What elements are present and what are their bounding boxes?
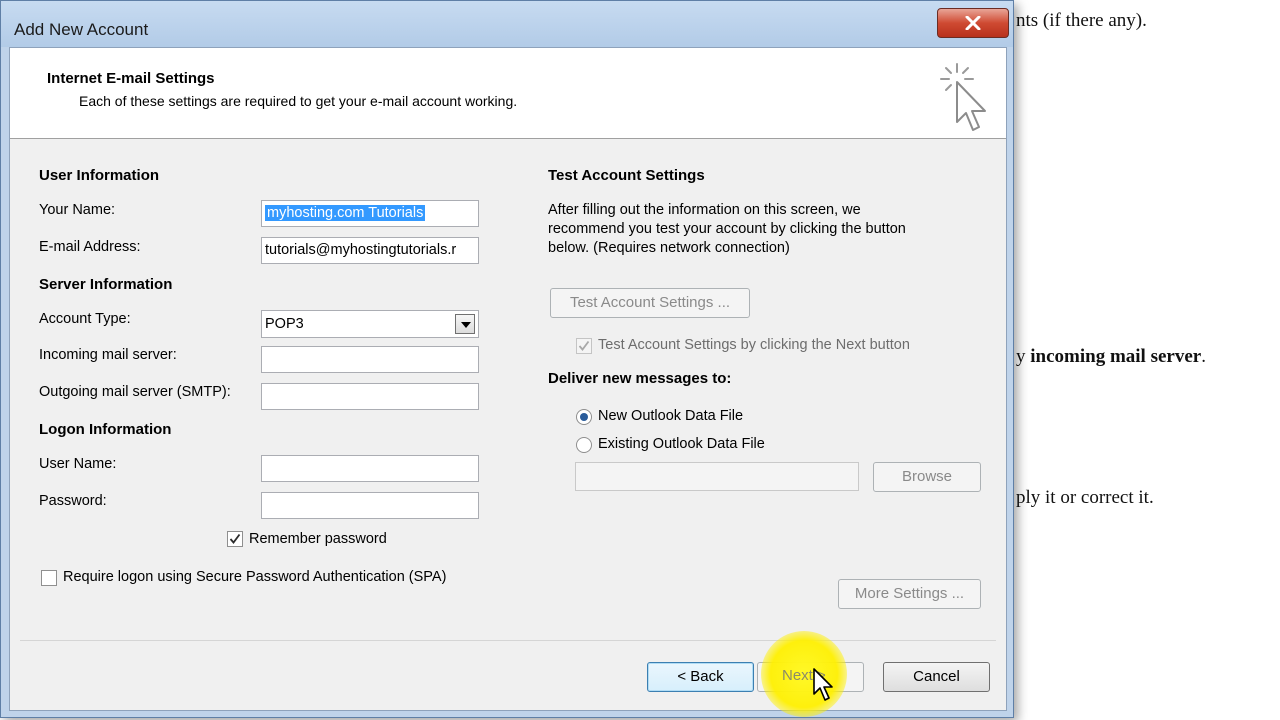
remember-password-label[interactable]: Remember password	[249, 531, 387, 547]
footer-separator	[20, 640, 996, 641]
checkmark-icon	[229, 533, 241, 544]
user-name-input[interactable]	[261, 455, 479, 482]
test-on-next-label[interactable]: Test Account Settings by clicking the Ne…	[598, 337, 910, 353]
test-settings-heading: Test Account Settings	[548, 167, 705, 184]
password-input[interactable]	[261, 492, 479, 519]
chevron-down-icon[interactable]	[455, 314, 475, 334]
title-bar[interactable]: Add New Account	[1, 1, 1013, 47]
outgoing-server-label: Outgoing mail server (SMTP):	[39, 384, 231, 400]
dialog-client-area: Internet E-mail Settings Each of these s…	[9, 47, 1007, 711]
your-name-input[interactable]: myhosting.com Tutorials	[261, 200, 479, 227]
deliver-heading: Deliver new messages to:	[548, 370, 732, 387]
background-line-3: ply it or correct it.	[1016, 487, 1154, 508]
test-on-next-checkbox[interactable]	[576, 338, 592, 354]
password-label: Password:	[39, 493, 107, 509]
back-button[interactable]: < Back	[647, 662, 754, 692]
background-line-1: nts (if there any).	[1016, 10, 1147, 31]
account-type-select[interactable]: POP3	[261, 310, 479, 338]
page-subtitle: Each of these settings are required to g…	[79, 93, 518, 109]
window-title: Add New Account	[14, 20, 149, 39]
user-name-label: User Name:	[39, 456, 117, 472]
spa-label[interactable]: Require logon using Secure Password Auth…	[63, 569, 446, 585]
existing-data-file-label[interactable]: Existing Outlook Data File	[598, 436, 765, 452]
background-line-2: y incoming mail server.	[1016, 346, 1206, 367]
wizard-header: Internet E-mail Settings Each of these s…	[10, 48, 1006, 139]
new-data-file-label[interactable]: New Outlook Data File	[598, 408, 743, 424]
test-account-settings-button[interactable]: Test Account Settings ...	[550, 288, 750, 318]
page-title: Internet E-mail Settings	[47, 70, 215, 87]
your-name-value: myhosting.com Tutorials	[265, 205, 426, 221]
new-data-file-radio[interactable]	[576, 409, 592, 425]
logon-info-heading: Logon Information	[39, 421, 172, 438]
cursor-sparkle-icon	[940, 63, 986, 131]
incoming-server-input[interactable]	[261, 346, 479, 373]
existing-data-file-radio[interactable]	[576, 437, 592, 453]
account-type-value: POP3	[265, 316, 304, 332]
mouse-pointer-icon	[813, 668, 833, 701]
incoming-server-label: Incoming mail server:	[39, 347, 177, 363]
checkmark-icon	[578, 340, 590, 351]
add-account-dialog: Add New Account Internet E-mail Settings…	[0, 0, 1014, 718]
spa-checkbox[interactable]	[41, 570, 57, 586]
test-description-line-2: recommend you test your account by click…	[548, 221, 906, 237]
existing-data-file-path[interactable]	[575, 462, 859, 491]
radio-selected-icon	[580, 413, 588, 421]
close-button[interactable]	[937, 8, 1009, 38]
server-info-heading: Server Information	[39, 276, 173, 293]
user-info-heading: User Information	[39, 167, 160, 184]
close-icon	[965, 16, 981, 30]
remember-password-checkbox[interactable]	[227, 531, 243, 547]
test-description-line-1: After filling out the information on thi…	[548, 202, 861, 218]
more-settings-button[interactable]: More Settings ...	[838, 579, 981, 609]
email-address-input[interactable]: tutorials@myhostingtutorials.r	[261, 237, 479, 264]
email-address-label: E-mail Address:	[39, 239, 141, 255]
account-type-label: Account Type:	[39, 311, 131, 327]
cancel-button[interactable]: Cancel	[883, 662, 990, 692]
browse-button[interactable]: Browse	[873, 462, 981, 492]
outgoing-server-input[interactable]	[261, 383, 479, 410]
your-name-label: Your Name:	[39, 202, 116, 218]
test-description-line-3: below. (Requires network connection)	[548, 240, 790, 256]
